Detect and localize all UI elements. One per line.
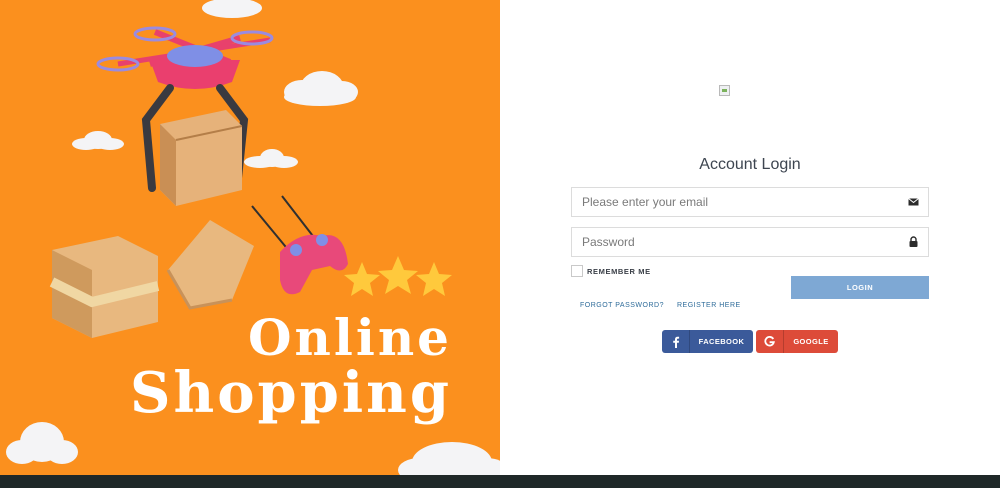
email-field[interactable] bbox=[571, 187, 929, 217]
remember-me-checkbox[interactable]: REMEMBER ME bbox=[571, 265, 651, 277]
register-link[interactable]: REGISTER HERE bbox=[677, 302, 741, 309]
forgot-password-link[interactable]: FORGOT PASSWORD? bbox=[580, 302, 664, 309]
password-field[interactable] bbox=[571, 227, 929, 257]
hero-title-line1: Online bbox=[247, 308, 452, 367]
game-controller-icon bbox=[251, 195, 348, 295]
facebook-label: FACEBOOK bbox=[698, 337, 745, 346]
email-input[interactable] bbox=[572, 188, 928, 216]
remember-me-label: REMEMBER ME bbox=[587, 266, 651, 276]
facebook-login-button[interactable]: FACEBOOK bbox=[662, 330, 753, 353]
hero-title-line2: Shopping bbox=[130, 360, 452, 426]
checkbox[interactable] bbox=[571, 265, 583, 277]
google-label: GOOGLE bbox=[793, 337, 829, 346]
page-title: Account Login bbox=[699, 156, 801, 173]
star-rating-icon bbox=[344, 256, 452, 296]
promo-banner: Online Shopping bbox=[0, 0, 500, 475]
google-icon bbox=[756, 330, 784, 353]
envelope-icon bbox=[908, 198, 919, 206]
login-page: Online Shopping Account Login REMEMBER M… bbox=[0, 0, 1000, 488]
facebook-icon bbox=[662, 330, 690, 353]
password-input[interactable] bbox=[572, 228, 928, 256]
login-button[interactable]: LOGIN bbox=[791, 276, 929, 299]
lock-icon bbox=[909, 236, 918, 247]
broken-image-icon bbox=[719, 85, 730, 96]
footer-bar bbox=[0, 475, 1000, 488]
google-login-button[interactable]: GOOGLE bbox=[756, 330, 838, 353]
